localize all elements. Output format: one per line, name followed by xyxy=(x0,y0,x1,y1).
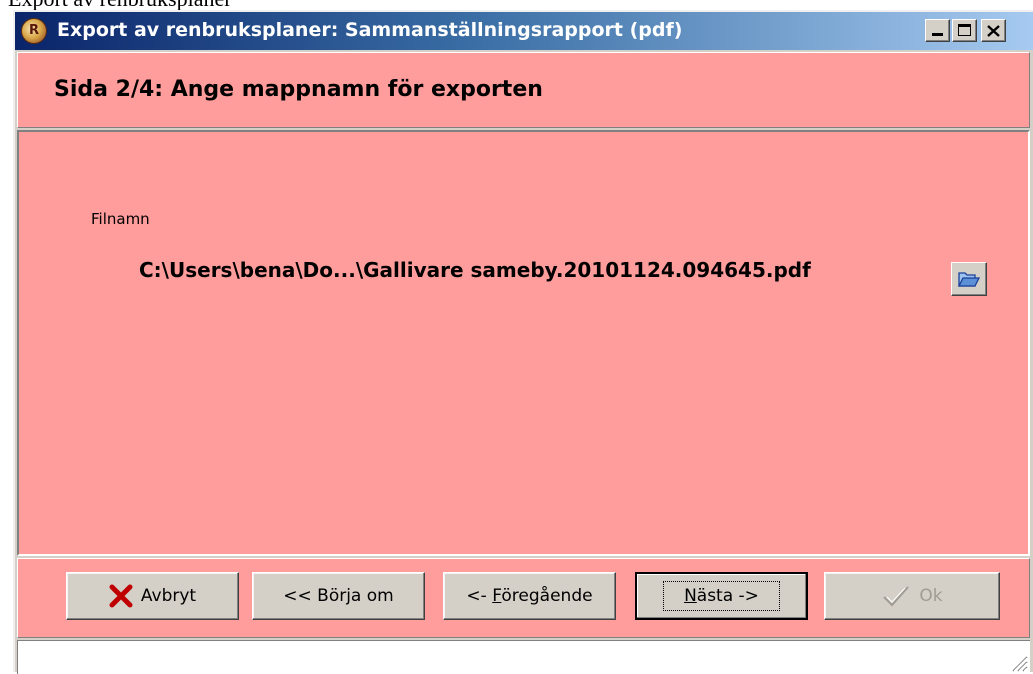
close-button[interactable] xyxy=(981,19,1006,42)
file-path-value: C:\Users\bena\Do...\Gallivare sameby.201… xyxy=(139,258,811,282)
step-header: Sida 2/4: Ange mappnamn för exporten xyxy=(17,52,1030,128)
minimize-icon xyxy=(932,33,943,36)
app-icon[interactable]: R xyxy=(21,18,47,44)
step-title: Sida 2/4: Ange mappnamn för exporten xyxy=(54,77,543,102)
maximize-button[interactable] xyxy=(952,19,977,42)
previous-button[interactable]: <- Föregående xyxy=(443,572,616,620)
start-over-label: << Börja om xyxy=(283,586,394,606)
next-label: Nästa -> xyxy=(663,581,780,611)
start-over-button[interactable]: << Börja om xyxy=(252,572,425,620)
checkmark-icon xyxy=(883,586,910,607)
button-bar: Avbryt << Börja om <- Föregående Nästa -… xyxy=(17,558,1030,638)
red-x-icon xyxy=(109,584,133,608)
resize-grip-icon[interactable] xyxy=(1010,654,1028,672)
folder-open-icon xyxy=(958,272,980,287)
title-bar[interactable]: R Export av renbruksplaner: Sammanställn… xyxy=(15,12,1033,50)
maximize-icon xyxy=(958,24,971,36)
window-title: Export av renbruksplaner: Sammanställnin… xyxy=(57,19,683,41)
status-bar xyxy=(17,640,1030,674)
cancel-label: Avbryt xyxy=(140,586,197,606)
browse-folder-button[interactable] xyxy=(951,262,987,296)
export-dialog: R Export av renbruksplaner: Sammanställn… xyxy=(13,10,1033,674)
previous-label: <- Föregående xyxy=(466,586,593,606)
next-button[interactable]: Nästa -> xyxy=(635,572,808,620)
filename-label: Filnamn xyxy=(91,210,150,228)
cancel-button[interactable]: Avbryt xyxy=(66,572,239,620)
content-panel: Filnamn C:\Users\bena\Do...\Gallivare sa… xyxy=(17,130,1030,556)
ok-button[interactable]: Ok xyxy=(824,572,1000,620)
ok-label: Ok xyxy=(919,586,943,606)
minimize-button[interactable] xyxy=(925,19,950,42)
close-icon xyxy=(987,25,1000,37)
